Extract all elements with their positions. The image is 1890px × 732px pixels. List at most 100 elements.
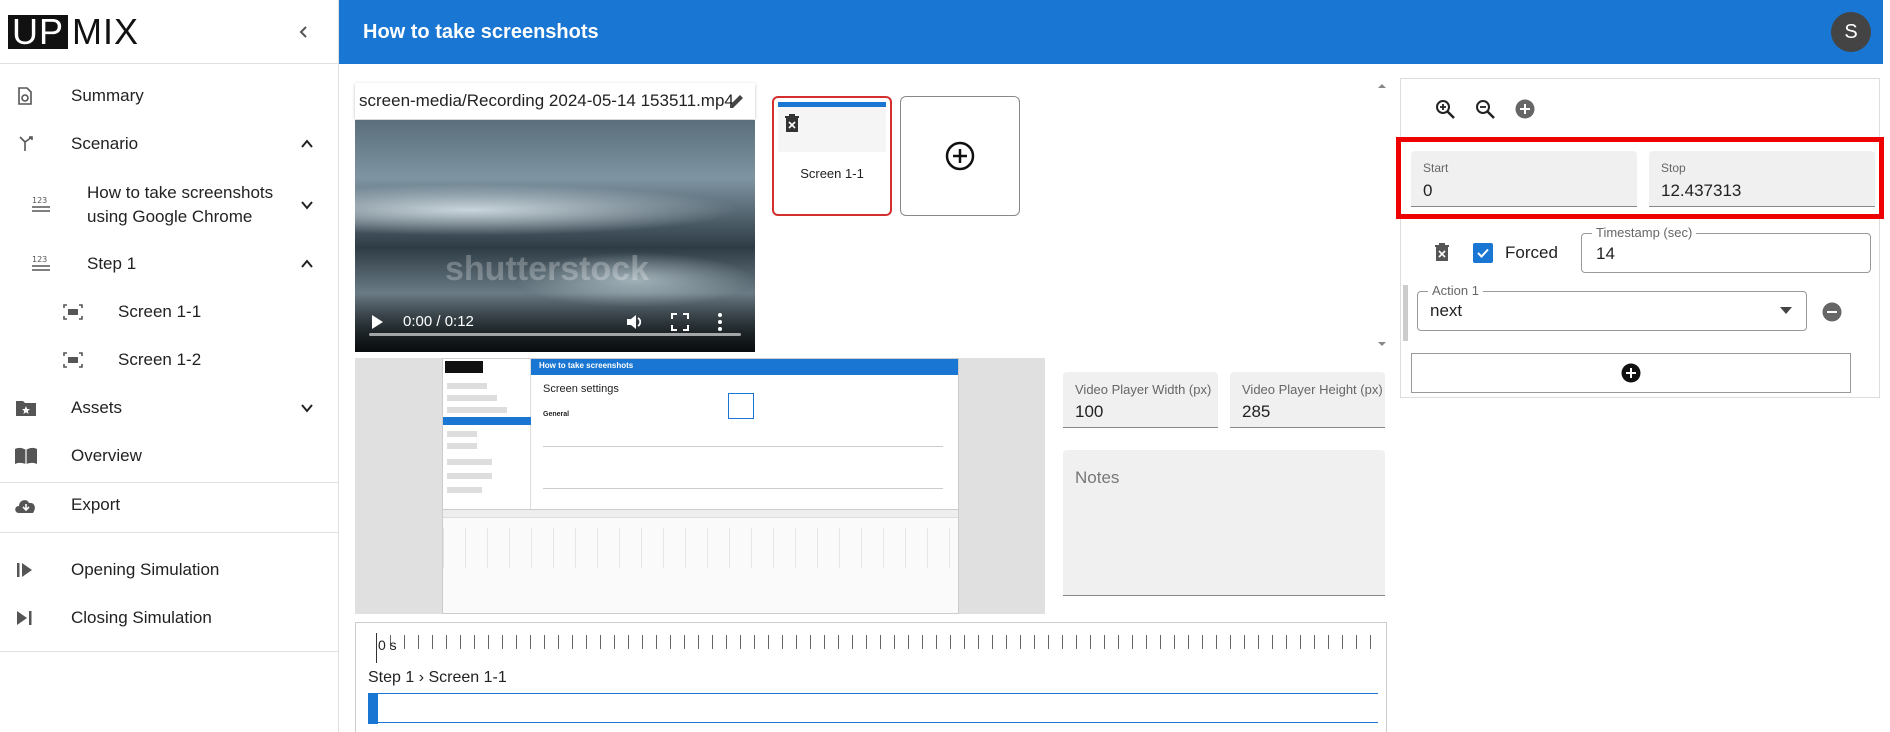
logo-up: UP	[8, 13, 69, 49]
chevron-up-icon[interactable]	[295, 132, 319, 156]
timeline-step-label: Step 1 › Screen 1-1	[368, 669, 507, 686]
sidebar-item-label: Export	[71, 495, 121, 514]
screen-capture-icon	[60, 347, 86, 373]
collapse-sidebar-button[interactable]	[292, 20, 316, 44]
timeline-ruler	[376, 635, 1376, 649]
sidebar-item-label: Opening Simulation	[71, 560, 220, 579]
media-pane: screen-media/Recording 2024-05-14 153511…	[355, 80, 1390, 352]
remove-circle-icon[interactable]	[1821, 301, 1843, 323]
video-controls: 0:00 / 0:12	[355, 292, 755, 352]
preview-field	[543, 429, 943, 447]
check-icon	[1477, 248, 1489, 258]
play-icon[interactable]	[369, 314, 385, 330]
timeline-handle[interactable]	[368, 694, 378, 724]
sidebar-item-label: Closing Simulation	[71, 608, 212, 627]
inspector-panel: Start 0 Stop 12.437313 Forced Timestamp …	[1400, 78, 1880, 398]
add-circle-icon	[1621, 363, 1641, 383]
timeline[interactable]: 0 s Step 1 › Screen 1-1	[355, 622, 1387, 732]
preview-devtools-grid	[443, 528, 958, 568]
preview-topbar: How to take screenshots	[531, 359, 958, 375]
preview-row	[447, 473, 492, 479]
action-select[interactable]: Action 1 next	[1417, 283, 1807, 331]
video-watermark: shutterstock	[445, 250, 650, 288]
sidebar-item-opening-simulation[interactable]: Opening Simulation	[0, 552, 339, 588]
logo-mix: MIX	[72, 10, 140, 52]
timeline-track[interactable]	[368, 693, 1378, 724]
chevron-up-icon[interactable]	[295, 252, 319, 276]
field-value: 100	[1075, 402, 1104, 421]
edit-icon[interactable]	[727, 91, 747, 111]
field-value: 14	[1596, 244, 1615, 263]
zoom-out-button[interactable]	[1471, 95, 1499, 123]
volume-icon[interactable]	[625, 312, 645, 332]
sidebar-item-label: Summary	[71, 86, 144, 105]
zoom-in-button[interactable]	[1431, 95, 1459, 123]
player-settings-pane: Video Player Width (px) 100 Video Player…	[1057, 358, 1387, 614]
player-width-field[interactable]: Video Player Width (px) 100	[1063, 372, 1218, 428]
sidebar-item-summary[interactable]: Summary	[0, 78, 339, 114]
preview-row	[447, 407, 507, 413]
delete-icon[interactable]	[1434, 243, 1450, 261]
add-circle-icon	[945, 141, 975, 171]
sidebar-item-overview[interactable]: Overview	[0, 438, 339, 474]
notes-field[interactable]: Notes	[1063, 450, 1385, 596]
more-vert-icon[interactable]	[717, 312, 723, 332]
screenshot-preview[interactable]: How to take screenshots Screen settings …	[442, 358, 959, 614]
divider	[0, 482, 339, 483]
cloud-download-icon	[13, 492, 39, 518]
field-value: 285	[1242, 402, 1271, 421]
preview-field	[543, 453, 943, 489]
sidebar-item-screen-1-2[interactable]: Screen 1-2	[0, 342, 339, 378]
add-screen-button[interactable]	[900, 96, 1020, 216]
preview-row	[447, 459, 492, 465]
sidebar-item-step-1[interactable]: 123 Step 1	[0, 246, 339, 282]
sidebar-item-label: Screen 1-2	[118, 350, 202, 369]
add-button[interactable]	[1511, 95, 1539, 123]
sidebar-item-label: Overview	[71, 446, 142, 465]
video-progress-track[interactable]	[369, 333, 741, 336]
sidebar-item-assets[interactable]: Assets	[0, 390, 339, 426]
delete-icon[interactable]	[784, 114, 800, 132]
media-file-label: screen-media/Recording 2024-05-14 153511…	[355, 83, 755, 119]
video-time: 0:00 / 0:12	[403, 313, 474, 330]
upmix-logo[interactable]: UP MIX	[8, 10, 143, 52]
sidebar-item-closing-simulation[interactable]: Closing Simulation	[0, 600, 339, 636]
sidebar-item-label: Step 1	[87, 254, 137, 273]
preview-logo	[445, 361, 483, 373]
sidebar-item-screen-1-1[interactable]: Screen 1-1	[0, 294, 339, 330]
drag-handle[interactable]	[1403, 285, 1408, 341]
logo-row: UP MIX	[0, 0, 338, 64]
field-label: Timestamp (sec)	[1592, 225, 1697, 240]
field-label: Video Player Width (px)	[1075, 382, 1212, 397]
preview-row	[447, 383, 487, 389]
zoom-out-icon	[1476, 100, 1495, 119]
preview-devtools	[443, 509, 958, 613]
screen-card-label: Screen 1-1	[800, 166, 864, 181]
sidebar-item-label: Assets	[71, 398, 123, 417]
timeline-zero-label: 0 s	[378, 637, 397, 653]
chevron-down-icon[interactable]	[295, 193, 319, 217]
add-action-button[interactable]	[1411, 353, 1851, 393]
scrollbar[interactable]	[1375, 80, 1389, 352]
video-player[interactable]: shutterstock 0:00 / 0:12	[355, 120, 755, 352]
sidebar-item-scenario[interactable]: Scenario	[0, 126, 339, 162]
field-label: Video Player Height (px)	[1242, 382, 1383, 397]
timestamp-field[interactable]: Timestamp (sec) 14	[1581, 225, 1871, 273]
dropdown-arrow-icon	[1780, 307, 1792, 314]
sidebar-item-scenario-how-to[interactable]: 123 How to take screenshots using Google…	[0, 180, 339, 230]
player-height-field[interactable]: Video Player Height (px) 285	[1230, 372, 1385, 428]
timeline-cursor[interactable]	[376, 633, 377, 663]
sidebar: UP MIX Summary Scenario 123 How to take …	[0, 0, 339, 732]
page-title: How to take screenshots	[363, 20, 599, 43]
thumbnail-bar	[778, 102, 886, 107]
chevron-down-icon[interactable]	[295, 396, 319, 420]
scenario-branch-icon	[14, 131, 40, 157]
screen-card-selected[interactable]: Screen 1-1	[772, 96, 892, 216]
skip-end-icon	[12, 605, 38, 631]
video-frame	[355, 180, 755, 240]
forced-checkbox[interactable]	[1473, 243, 1493, 263]
avatar[interactable]: S	[1831, 12, 1871, 52]
sidebar-item-export[interactable]: Export	[0, 487, 339, 523]
fullscreen-icon[interactable]	[670, 312, 690, 332]
sidebar-item-label: Scenario	[71, 134, 139, 153]
